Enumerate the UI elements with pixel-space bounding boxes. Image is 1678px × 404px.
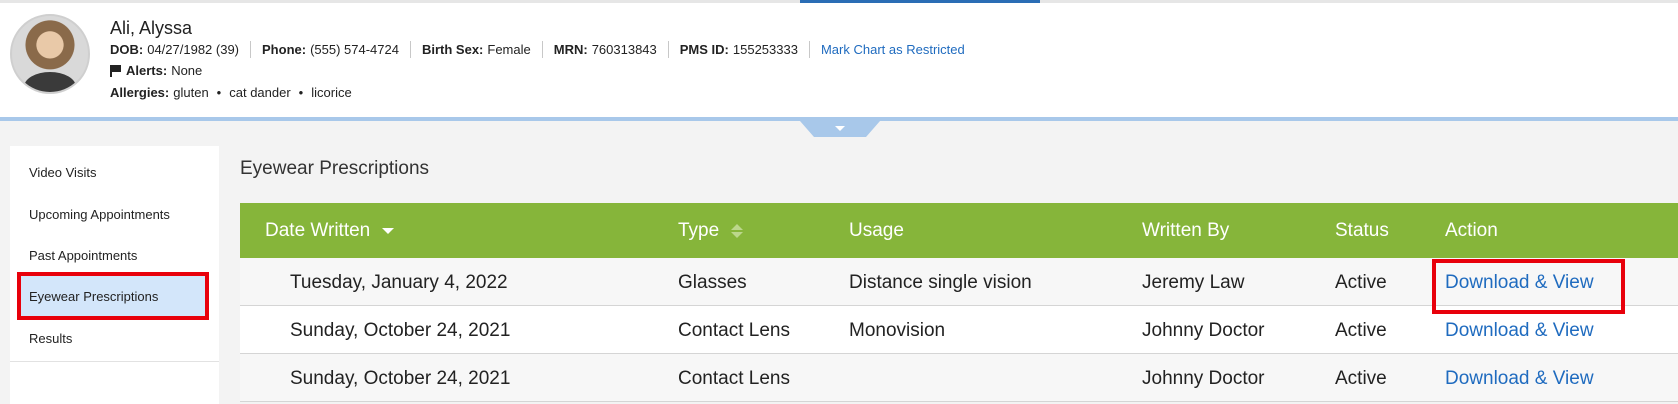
sidebar-item-upcoming-appointments[interactable]: Upcoming Appointments (10, 193, 219, 235)
cell-date: Sunday, October 24, 2021 (290, 320, 511, 341)
phone-value: (555) 574-4724 (310, 42, 399, 57)
cell-type: Glasses (678, 272, 747, 293)
cell-type: Contact Lens (678, 368, 790, 389)
birth-sex-item: Birth Sex: Female (409, 41, 542, 58)
birth-sex-value: Female (487, 42, 531, 57)
mrn-item: MRN: 760313843 (541, 41, 668, 58)
mark-chart-restricted-link[interactable]: Mark Chart as Restricted (821, 42, 965, 57)
cell-written-by: Johnny Doctor (1142, 368, 1265, 389)
pms-id-label: PMS ID: (679, 42, 729, 57)
allergies-row: Allergies: gluten • cat dander • licoric… (110, 85, 360, 100)
column-header-label: Usage (849, 220, 904, 241)
avatar-shoulders (24, 72, 76, 92)
column-header-label: Written By (1142, 220, 1230, 241)
cell-usage: Distance single vision (849, 272, 1032, 293)
cell-status: Active (1335, 272, 1387, 293)
sidebar-divider (10, 361, 219, 362)
column-header-usage: Usage (849, 220, 904, 242)
cell-status: Active (1335, 368, 1387, 389)
column-header-action: Action (1445, 220, 1498, 242)
dob-value: 04/27/1982 (39) (147, 42, 240, 57)
chevron-down-icon (800, 121, 880, 137)
sidebar-nav: Video Visits Upcoming Appointments Past … (10, 146, 219, 404)
page-title: Eyewear Prescriptions (240, 158, 430, 179)
flag-icon (110, 64, 122, 77)
patient-header: Ali, Alyssa DOB: 04/27/1982 (39) Phone: … (0, 3, 1678, 118)
sidebar-item-past-appointments[interactable]: Past Appointments (10, 234, 219, 276)
cell-status: Active (1335, 320, 1387, 341)
column-header-status: Status (1335, 220, 1389, 242)
cell-type: Contact Lens (678, 320, 790, 341)
restrict-item: Mark Chart as Restricted (808, 41, 976, 58)
phone-item: Phone: (555) 574-4724 (250, 41, 410, 58)
alerts-label: Alerts: (126, 63, 168, 78)
dob-item: DOB: 04/27/1982 (39) (110, 41, 250, 58)
mrn-label: MRN: (553, 42, 588, 57)
sidebar-item-results[interactable]: Results (10, 317, 219, 359)
cell-date: Sunday, October 24, 2021 (290, 368, 511, 389)
allergy-separator: • (216, 85, 222, 100)
avatar (10, 14, 90, 94)
column-header-label: Type (678, 220, 720, 241)
allergy-item: cat dander (229, 85, 291, 100)
phone-label: Phone: (262, 42, 307, 57)
cell-written-by: Johnny Doctor (1142, 320, 1265, 341)
column-header-label: Date Written (265, 220, 371, 241)
cell-usage: Monovision (849, 320, 946, 341)
sort-icon (731, 224, 744, 238)
alerts-value: None (171, 63, 203, 78)
column-header-label: Action (1445, 220, 1498, 241)
mrn-value: 760313843 (591, 42, 657, 57)
allergies-label: Allergies: (110, 85, 170, 100)
pms-id-value: 155253333 (732, 42, 798, 57)
patient-name: Ali, Alyssa (110, 18, 193, 38)
table-row: Sunday, October 24, 2021 Contact Lens Jo… (240, 354, 1678, 402)
dob-label: DOB: (110, 42, 144, 57)
header-collapse-toggle[interactable] (800, 121, 880, 137)
cell-date: Tuesday, January 4, 2022 (290, 272, 508, 293)
allergy-separator: • (298, 85, 304, 100)
cell-written-by: Jeremy Law (1142, 272, 1245, 293)
column-header-type[interactable]: Type (678, 220, 744, 242)
column-header-label: Status (1335, 220, 1389, 241)
download-view-link[interactable]: Download & View (1445, 368, 1594, 390)
column-header-written-by: Written By (1142, 220, 1229, 242)
alerts-row: Alerts: None (110, 63, 202, 78)
download-view-link[interactable]: Download & View (1445, 320, 1594, 342)
sidebar-annotation-highlight (17, 272, 209, 320)
sidebar-item-video-visits[interactable]: Video Visits (10, 151, 219, 193)
sort-desc-icon (382, 228, 395, 234)
allergy-item: licorice (311, 85, 352, 100)
birth-sex-label: Birth Sex: (421, 42, 484, 57)
demographics-row: DOB: 04/27/1982 (39) Phone: (555) 574-47… (110, 41, 976, 58)
column-header-date-written[interactable]: Date Written (265, 220, 395, 242)
action-annotation-highlight (1432, 259, 1625, 314)
pms-id-item: PMS ID: 155253333 (667, 41, 809, 58)
allergy-item: gluten (173, 85, 209, 100)
table-header: Date Written Type Usage Written By Statu… (240, 203, 1678, 258)
